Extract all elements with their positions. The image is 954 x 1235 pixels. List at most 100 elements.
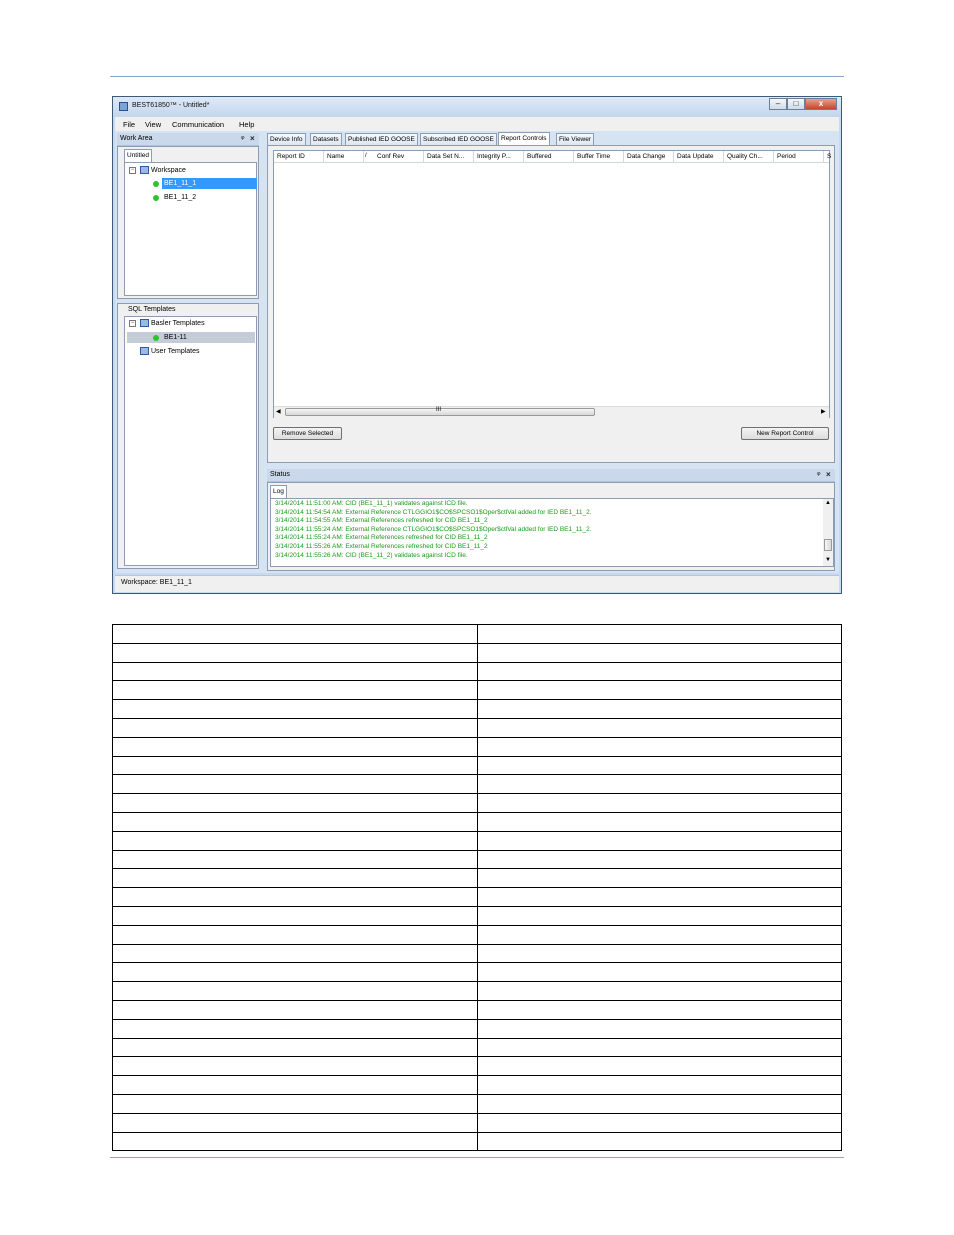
table-row	[112, 830, 842, 851]
table-cell	[112, 830, 478, 851]
status-dot-icon	[153, 195, 159, 201]
col-buffer-time[interactable]: Buffer Time	[574, 151, 624, 162]
table-row	[112, 849, 842, 870]
scroll-thumb[interactable]: III	[285, 407, 595, 416]
tree-row-template[interactable]: BE1-11	[127, 332, 255, 343]
table-cell	[476, 699, 842, 719]
window-title: BEST61850™ - Untitled*	[132, 102, 210, 109]
table-cell	[476, 962, 842, 983]
table-body	[112, 624, 842, 1152]
table-cell	[476, 1018, 842, 1039]
tab-report-controls[interactable]: Report Controls	[498, 132, 550, 145]
menu-file[interactable]: File	[123, 120, 135, 129]
table-cell	[112, 924, 478, 945]
tree-row-device[interactable]: BE1_11_1	[127, 178, 257, 189]
col-quality-change[interactable]: Quality Ch...	[724, 151, 774, 162]
table-row	[112, 680, 842, 701]
table-row	[112, 943, 842, 964]
tab-subscribed-goose[interactable]: Subscribed IED GOOSE	[420, 133, 497, 145]
menu-help[interactable]: Help	[239, 120, 254, 129]
table-row	[112, 924, 842, 945]
table-cell	[112, 624, 478, 644]
log-line: 3/14/2014 11:55:26 AM: CID (BE1_11_2) va…	[275, 551, 468, 559]
close-icon[interactable]: ×	[250, 134, 255, 143]
table-cell	[112, 1018, 478, 1039]
device-label: BE1_11_1	[162, 178, 257, 189]
device-label: BE1_11_2	[164, 194, 197, 201]
table-row	[112, 642, 842, 663]
pin-icon[interactable]: ᵠ	[241, 134, 245, 143]
col-buffered[interactable]: Buffered	[524, 151, 574, 162]
table-cell	[476, 642, 842, 663]
sql-templates-panel: SQL Templates − Basler Templates BE1-11 …	[117, 303, 259, 569]
col-data-update[interactable]: Data Update	[674, 151, 724, 162]
tab-datasets[interactable]: Datasets	[310, 133, 342, 145]
col-data-set[interactable]: Data Set N...	[424, 151, 474, 162]
table-cell	[112, 905, 478, 926]
table-row	[112, 717, 842, 738]
table-cell	[476, 793, 842, 813]
collapse-icon[interactable]: −	[129, 320, 136, 327]
tab-device-info[interactable]: Device Info	[267, 133, 306, 145]
table-cell	[112, 736, 478, 757]
table-cell	[112, 1056, 478, 1077]
col-data-change[interactable]: Data Change	[624, 151, 674, 162]
remove-selected-button[interactable]: Remove Selected	[273, 427, 342, 440]
table-row	[112, 1056, 842, 1077]
log-line: 3/14/2014 11:54:54 AM: External Referenc…	[275, 508, 592, 516]
menu-view[interactable]: View	[145, 120, 161, 129]
table-cell	[112, 999, 478, 1020]
tab-log[interactable]: Log	[270, 485, 287, 498]
title-bar[interactable]: BEST61850™ - Untitled* – □ x	[113, 97, 841, 117]
close-button[interactable]: x	[805, 98, 837, 110]
table-row	[112, 1037, 842, 1058]
col-conf-rev[interactable]: Conf Rev	[374, 151, 424, 162]
close-icon[interactable]: ×	[826, 470, 831, 479]
footer-rule	[110, 1157, 844, 1158]
table-cell	[476, 905, 842, 926]
tree-row-user[interactable]: User Templates	[127, 346, 255, 357]
table-cell	[476, 680, 842, 701]
tree-row-device[interactable]: BE1_11_2	[127, 192, 255, 203]
tree-row-workspace[interactable]: − Workspace	[127, 165, 255, 176]
template-icon	[140, 319, 149, 327]
col-integrity[interactable]: Integrity P...	[474, 151, 524, 162]
table-row	[112, 755, 842, 776]
col-period[interactable]: Period	[774, 151, 824, 162]
status-dot-icon	[153, 181, 159, 187]
tab-published-goose[interactable]: Published IED GOOSE	[345, 133, 418, 145]
scroll-thumb[interactable]	[824, 539, 832, 551]
log-list: 3/14/2014 11:51:00 AM: CID (BE1_11_1) va…	[270, 498, 834, 567]
table-cell	[476, 736, 842, 757]
pin-icon[interactable]: ᵠ	[817, 470, 821, 479]
table-row	[112, 1112, 842, 1133]
collapse-icon[interactable]: −	[129, 167, 136, 174]
header-rule	[110, 76, 844, 77]
table-cell	[476, 755, 842, 776]
horizontal-scrollbar[interactable]: ◀ III ▶	[274, 406, 829, 418]
templates-tree: − Basler Templates BE1-11 User Templates	[124, 316, 257, 566]
col-report-id[interactable]: Report ID	[274, 151, 324, 162]
minimize-button[interactable]: –	[769, 98, 787, 110]
status-bar: Workspace: BE1_11_1	[115, 575, 839, 592]
menu-communication[interactable]: Communication	[172, 120, 224, 129]
col-s[interactable]: S	[824, 151, 831, 162]
scroll-left-icon[interactable]: ◀	[276, 408, 281, 415]
vertical-scrollbar[interactable]: ▲ ▼	[823, 499, 833, 566]
tab-file-viewer[interactable]: File Viewer	[556, 133, 595, 145]
scroll-down-icon[interactable]: ▼	[825, 557, 831, 563]
tree-row-basler[interactable]: − Basler Templates	[127, 318, 255, 329]
basler-templates-label: Basler Templates	[151, 320, 205, 327]
workspace-label: Workspace	[151, 167, 186, 174]
tab-untitled[interactable]: Untitled	[124, 149, 153, 162]
status-panel: Log 3/14/2014 11:51:00 AM: CID (BE1_11_1…	[267, 482, 835, 571]
new-report-control-button[interactable]: New Report Control	[741, 427, 829, 440]
maximize-button[interactable]: □	[787, 98, 805, 110]
work-area-panel: Untitled − Workspace BE1_11_1 BE1_11_2	[117, 146, 259, 299]
table-cell	[112, 1112, 478, 1133]
scroll-up-icon[interactable]: ▲	[825, 500, 831, 506]
table-row	[112, 736, 842, 757]
scroll-right-icon[interactable]: ▶	[821, 408, 826, 415]
table-cell	[476, 811, 842, 832]
col-name[interactable]: Name	[324, 151, 364, 162]
